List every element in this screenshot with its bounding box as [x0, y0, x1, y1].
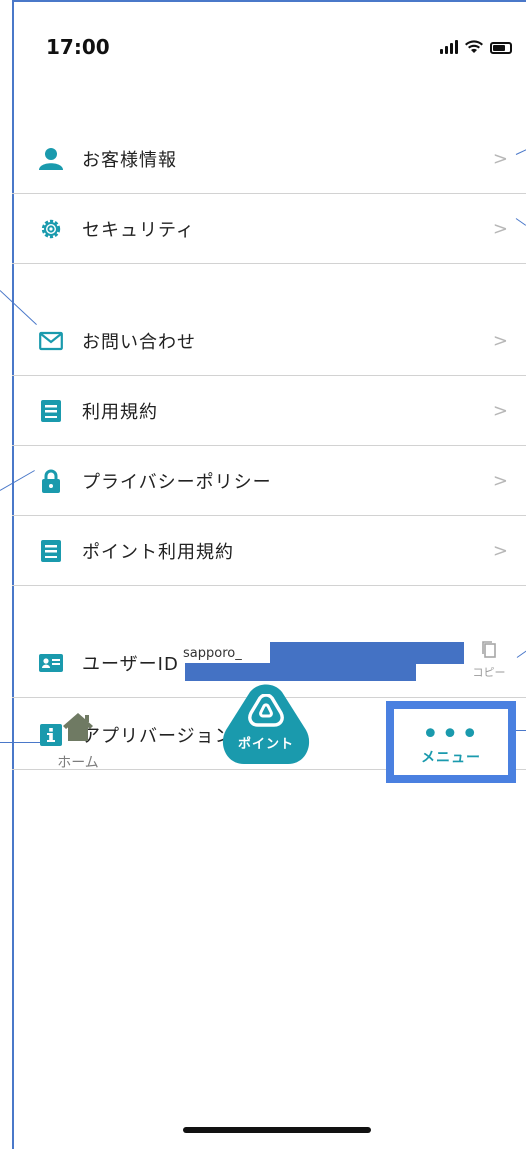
chevron-right-icon: >	[492, 470, 508, 491]
user-id-label: ユーザーID	[82, 653, 179, 675]
battery-icon	[490, 42, 512, 54]
status-time: 17:00	[46, 35, 110, 59]
menu-item-label: セキュリティ	[82, 219, 195, 241]
copy-button[interactable]: コピー	[466, 640, 512, 684]
signal-icon	[440, 40, 458, 54]
user-id-value: sapporo_	[183, 646, 242, 661]
copy-icon	[482, 641, 496, 658]
home-indicator	[183, 1127, 371, 1133]
copy-label: コピー	[472, 666, 506, 679]
tab-menu[interactable]: ••• メニュー	[386, 701, 516, 783]
lock-icon	[39, 469, 63, 493]
more-dots-icon: •••	[421, 717, 481, 752]
user-id-redaction	[270, 642, 464, 664]
wifi-icon	[465, 40, 483, 53]
menu-item-label: お客様情報	[82, 149, 177, 171]
menu-item-label: 利用規約	[82, 401, 158, 423]
user-id-redaction	[185, 663, 416, 681]
chevron-right-icon: >	[492, 218, 508, 239]
person-icon	[39, 147, 63, 171]
book-icon	[39, 539, 63, 563]
gear-icon	[39, 217, 63, 241]
chevron-right-icon: >	[492, 540, 508, 561]
status-icons	[440, 40, 512, 54]
menu-item-contact[interactable]: お問い合わせ >	[12, 306, 526, 376]
tab-menu-label: メニュー	[421, 750, 481, 766]
menu-item-privacy-policy[interactable]: プライバシーポリシー >	[12, 446, 526, 516]
tab-home-label: ホーム	[57, 755, 99, 771]
menu-item-customer-info[interactable]: お客様情報 >	[12, 124, 526, 194]
book-icon	[39, 399, 63, 423]
chevron-right-icon: >	[492, 148, 508, 169]
mail-icon	[39, 329, 63, 353]
menu-item-label: ポイント利用規約	[82, 541, 234, 563]
menu-item-label: プライバシーポリシー	[82, 471, 272, 493]
id-card-icon	[39, 651, 63, 675]
tab-point[interactable]: ポイント	[222, 684, 310, 768]
status-bar: 17:00	[12, 0, 526, 95]
point-logo-icon	[248, 694, 284, 727]
home-icon	[63, 713, 93, 741]
menu-item-point-terms[interactable]: ポイント利用規約 >	[12, 516, 526, 586]
tab-home[interactable]: ホーム	[48, 712, 108, 772]
menu-item-label: お問い合わせ	[82, 331, 196, 353]
tab-point-label: ポイント	[237, 737, 294, 752]
menu-item-security[interactable]: セキュリティ >	[12, 194, 526, 264]
menu-item-terms[interactable]: 利用規約 >	[12, 376, 526, 446]
chevron-right-icon: >	[492, 400, 508, 421]
chevron-right-icon: >	[492, 330, 508, 351]
